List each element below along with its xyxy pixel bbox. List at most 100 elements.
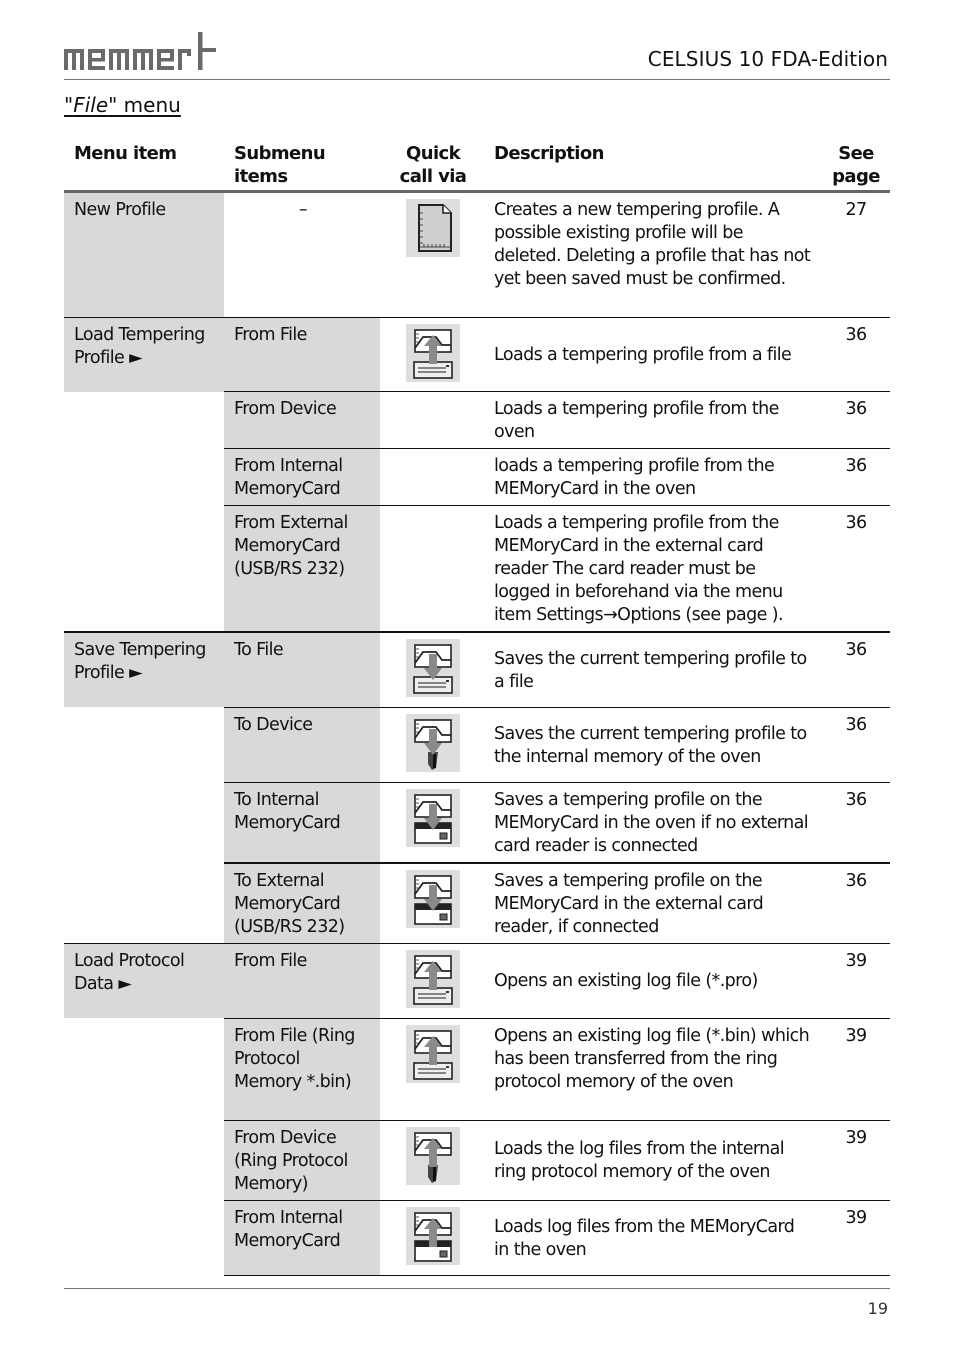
submenu-cell: To Internal MemoryCard (224, 781, 380, 863)
submenu-cell: From Device (Ring Protocol Memory) (224, 1119, 380, 1200)
table-row: Load Tempering Profile ► From File Loads… (64, 317, 890, 392)
description-cell: Saves the current tempering profile to a… (484, 631, 820, 707)
section-title: "File" menu (64, 93, 181, 117)
load-from-file-icon[interactable] (406, 324, 460, 382)
submenu-cell: From File (Ring Protocol Memory *.bin) (224, 1017, 380, 1120)
header-rule (64, 79, 890, 80)
section-title-file: File (73, 93, 109, 117)
header-submenu-line1: Submenu (234, 143, 326, 164)
header-menu-item: Menu item (64, 140, 224, 193)
description-cell: Saves a tempering profile on the MEMoryC… (484, 781, 820, 863)
page-ref[interactable]: 36 (820, 505, 890, 632)
header-quick-line2: call via (399, 166, 467, 187)
menu-item-cell (64, 506, 224, 633)
header-page-line2: page (832, 166, 880, 187)
page-ref[interactable]: 36 (820, 391, 890, 449)
table-row: From Device Loads a tempering profile fr… (64, 391, 890, 449)
page-ref[interactable]: 36 (820, 631, 890, 707)
page-number: 19 (867, 1299, 888, 1318)
header-page-line1: See (838, 143, 874, 164)
page-ref[interactable]: 39 (820, 1017, 890, 1120)
menu-item-cell (64, 863, 224, 944)
page-ref[interactable]: 39 (820, 1199, 890, 1276)
menu-item-cell (64, 707, 224, 782)
table-header-row: Menu item Submenu items Quick call via Des… (64, 140, 890, 193)
header-submenu-items: Submenu items (224, 140, 380, 193)
menu-item-cell (64, 1120, 224, 1200)
file-menu-table: Menu item Submenu items Quick call via Des… (64, 140, 890, 1276)
page-ref[interactable]: 39 (820, 942, 890, 1018)
submenu-cell: From File (224, 317, 380, 392)
menu-item-cell: New Profile (64, 191, 224, 318)
page-ref[interactable]: 39 (820, 1119, 890, 1200)
header-description: Description (484, 140, 820, 193)
submenu-cell: To External MemoryCard (USB/RS 232) (224, 861, 380, 943)
submenu-cell: From Internal MemoryCard (224, 1199, 380, 1276)
menu-item-cell (64, 782, 224, 863)
menu-item-cell: Load Tempering Profile ► (64, 317, 224, 392)
table-row: New Profile – Creates a new tempering pr… (64, 191, 890, 318)
footer-rule (64, 1288, 890, 1289)
save-to-memorycard-icon[interactable] (406, 788, 460, 847)
header-submenu-line2: items (234, 166, 288, 187)
memmert-logo (64, 32, 216, 72)
description-cell: Loads a tempering profile from the oven (484, 391, 820, 449)
menu-item-cell: Save Tempering Profile ► (64, 631, 224, 707)
description-cell: Creates a new tempering profile. A possi… (494, 200, 811, 289)
page-ref[interactable]: 36 (820, 448, 890, 506)
description-cell: Loads a tempering profile from a file (484, 317, 820, 392)
header-quick-call: Quick call via (380, 140, 484, 193)
header-quick-line1: Quick (406, 143, 461, 164)
submenu-cell: From Internal MemoryCard (224, 448, 380, 506)
menu-item-cell (64, 1200, 224, 1275)
load-protocol-from-memorycard-icon[interactable] (406, 1206, 460, 1265)
table-row: To Device Saves the current tempering pr… (64, 706, 890, 782)
save-to-device-icon[interactable] (406, 713, 460, 772)
page-ref[interactable]: 36 (820, 781, 890, 863)
description-cell: Loads log files from the MEMoryCard in t… (484, 1199, 820, 1276)
menu-item-cell: Load Protocol Data ► (64, 942, 224, 1018)
table-row: Load Protocol Data ► From File Opens an … (64, 942, 890, 1018)
submenu-cell: From Device (224, 391, 380, 449)
table-row: From External MemoryCard (USB/RS 232) Lo… (64, 505, 890, 633)
quick-call-cell (380, 448, 484, 506)
menu-item-cell (64, 392, 224, 449)
submenu-cell: – (298, 200, 308, 220)
menu-item-cell (64, 1018, 224, 1120)
section-title-prefix: " (64, 93, 74, 117)
quick-call-cell (380, 391, 484, 449)
description-cell: loads a tempering profile from the MEMor… (484, 448, 820, 506)
document-title: CELSIUS 10 FDA-Edition (647, 47, 888, 71)
save-to-external-memorycard-icon[interactable] (406, 869, 460, 928)
new-document-icon[interactable] (406, 199, 460, 257)
description-cell: Loads the log files from the internal ri… (484, 1119, 820, 1200)
description-cell: Saves the current tempering profile to t… (484, 706, 820, 782)
table-row: From Internal MemoryCard loads a temperi… (64, 448, 890, 506)
page-ref[interactable]: 36 (820, 861, 890, 943)
table-row: Save Tempering Profile ► To File Saves t… (64, 631, 890, 707)
submenu-cell: To Device (224, 706, 380, 782)
header-see-page: See page (820, 140, 890, 193)
page-ref[interactable]: 36 (820, 317, 890, 392)
submenu-cell: To File (224, 631, 380, 707)
load-protocol-bin-file-icon[interactable] (406, 1024, 460, 1083)
page-ref[interactable]: 36 (820, 706, 890, 782)
submenu-cell: From File (224, 942, 380, 1018)
load-protocol-from-device-icon[interactable] (406, 1126, 460, 1185)
save-to-file-icon[interactable] (406, 639, 460, 697)
section-title-suffix: " menu (108, 93, 181, 117)
description-cell: Loads a tempering profile from the MEMor… (484, 505, 820, 632)
submenu-cell: From External MemoryCard (USB/RS 232) (224, 505, 380, 632)
description-cell: Saves a tempering profile on the MEMoryC… (484, 861, 820, 943)
page-ref[interactable]: 27 (820, 192, 890, 318)
menu-item-cell (64, 449, 224, 506)
load-protocol-from-file-icon[interactable] (406, 949, 460, 1008)
table-row: To Internal MemoryCard Saves a tempering… (64, 781, 890, 863)
description-cell: Opens an existing log file (*.bin) which… (484, 1017, 820, 1120)
table-row: To External MemoryCard (USB/RS 232) Save… (64, 861, 890, 944)
quick-call-cell (380, 505, 484, 632)
table-row: From Device (Ring Protocol Memory) Loads… (64, 1119, 890, 1200)
description-cell: Opens an existing log file (*.pro) (484, 942, 820, 1018)
table-row: From File (Ring Protocol Memory *.bin) O… (64, 1017, 890, 1120)
table-row: From Internal MemoryCard Loads log files… (64, 1199, 890, 1276)
